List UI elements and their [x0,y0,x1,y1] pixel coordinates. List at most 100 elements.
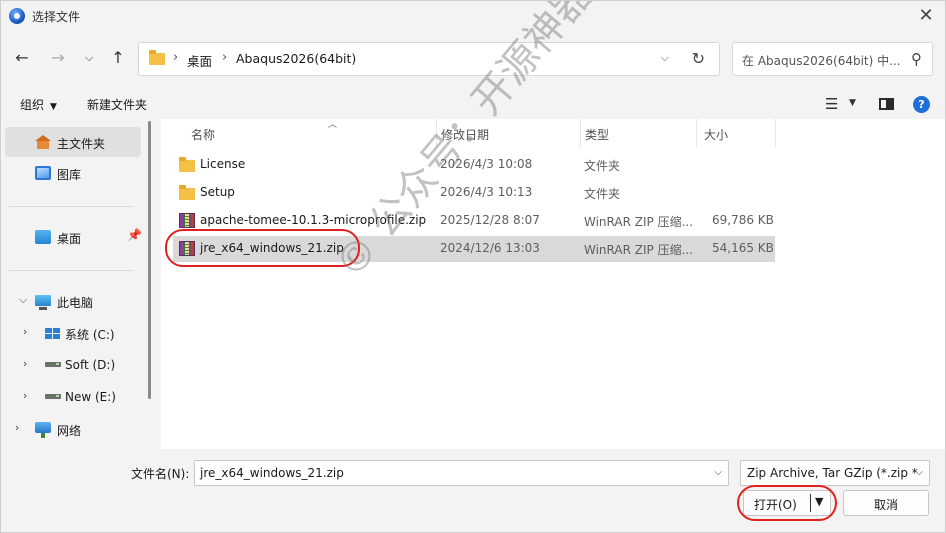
column-separator[interactable] [775,119,776,147]
search-placeholder: 在 Abaqus2026(64bit) 中... [742,54,901,68]
dialog-footer: 文件名(N): jre_x64_windows_21.zip ⌵ Zip Arc… [1,449,945,532]
sidebar-item-label: 此电脑 [57,296,94,310]
sidebar-item-label: 系统 (C:) [65,328,115,342]
folder-icon [179,185,195,200]
search-icon[interactable]: ⚲ [911,50,922,68]
drive-icon [45,362,61,367]
recent-locations-button[interactable]: ⌵ [78,47,100,69]
cancel-button-label: 取消 [873,498,898,512]
file-type: 文件夹 [584,187,621,201]
pin-icon[interactable]: 📌 [127,228,142,242]
column-header-type[interactable]: 类型 [577,119,697,147]
file-type-filter-select[interactable]: Zip Archive, Tar GZip (*.zip * ⌵ [740,460,930,486]
arrow-up-icon: ↑ [111,48,125,67]
file-size: 69,786 KB [712,213,774,227]
refresh-icon[interactable]: ↻ [692,49,705,68]
sidebar-item-label: 网络 [57,424,82,438]
caret-down-icon: ▼ [50,102,57,112]
sidebar-item-label: Soft (D:) [65,358,116,372]
view-list-icon[interactable]: ☰ [825,95,838,113]
sidebar-item-label: 桌面 [57,232,82,246]
cancel-button[interactable]: 取消 [843,490,929,516]
filename-label: 文件名(N): [131,467,190,481]
title-bar: 选择文件 ✕ [1,1,945,31]
up-button[interactable]: ↑ [107,47,129,69]
drive-icon [45,394,61,399]
file-row-license[interactable]: License 2026/4/3 10:08 文件夹 [173,152,775,178]
filename-input[interactable]: jre_x64_windows_21.zip ⌵ [194,460,729,486]
file-type: 文件夹 [584,159,621,173]
sidebar-item-network[interactable]: › 网络 [5,414,141,444]
organize-button[interactable]: 组织 ▼ [20,96,57,113]
navigation-pane: 主文件夹 图库 桌面 📌 ⌵ 此电脑 › 系统 (C:) › Soft (D:) [1,119,158,449]
organize-label: 组织 [20,98,45,112]
chevron-down-icon: ⌵ [84,51,94,64]
preview-pane-icon[interactable] [879,98,894,110]
forward-button[interactable]: → [47,47,69,69]
help-icon[interactable]: ? [913,96,930,113]
gallery-icon [35,166,51,180]
chevron-right-icon[interactable]: › [15,421,19,434]
chevron-right-icon[interactable]: › [23,357,27,370]
sidebar-item-desktop[interactable]: 桌面 📌 [5,222,142,252]
back-button[interactable]: ← [11,47,33,69]
sidebar-item-label: 主文件夹 [57,137,106,151]
highlight-annotation [165,229,360,267]
scrollbar-thumb[interactable] [148,121,151,399]
windows-drive-icon [45,326,61,340]
search-input[interactable]: 在 Abaqus2026(64bit) 中... ⚲ [732,42,933,76]
dialog-title: 选择文件 [32,10,81,24]
navigation-bar: ← → ⌵ ↑ › 桌面 › Abaqus2026(64bit) ⌵ ↻ 在 A… [1,37,945,81]
breadcrumb-separator-icon: › [173,50,179,65]
column-header-label: 大小 [704,128,729,142]
file-type-filter-value: Zip Archive, Tar GZip (*.zip * [747,466,918,480]
address-bar[interactable]: › 桌面 › Abaqus2026(64bit) ⌵ ↻ [138,42,720,76]
sidebar-item-drive-e[interactable]: › New (E:) [5,382,141,412]
column-header-size[interactable]: 大小 [696,119,776,147]
sort-ascending-icon: ︿ [328,120,338,130]
close-button[interactable]: ✕ [913,3,939,29]
desktop-icon [35,230,51,244]
chevron-right-icon[interactable]: › [23,389,27,402]
file-name: apache-tomee-10.1.3-microprofile.zip [200,213,427,227]
sidebar-divider [9,270,133,271]
view-caret-down-icon[interactable]: ▼ [849,98,856,108]
sidebar-item-label: New (E:) [65,390,116,404]
sidebar-item-this-pc[interactable]: ⌵ 此电脑 [5,286,141,316]
sidebar-scrollbar[interactable] [147,119,153,401]
address-history-chevron-icon[interactable]: ⌵ [661,51,669,65]
file-type: WinRAR ZIP 压缩... [584,243,694,257]
column-header-label: 名称 [191,128,216,142]
file-modified: 2024/12/6 13:03 [440,241,540,255]
arrow-left-icon: ← [15,48,29,67]
sidebar-item-drive-c[interactable]: › 系统 (C:) [5,318,141,348]
pc-icon [35,295,51,310]
chevron-down-icon[interactable]: ⌵ [19,293,27,307]
column-header-label: 类型 [585,128,610,142]
chevron-right-icon[interactable]: › [23,325,27,338]
chevron-down-icon: ⌵ [915,467,923,478]
file-modified: 2026/4/3 10:13 [440,185,533,199]
column-header-label: 修改日期 [441,128,490,142]
sidebar-item-drive-d[interactable]: › Soft (D:) [5,350,141,380]
sidebar-item-label: 图库 [57,168,82,182]
new-folder-button[interactable]: 新建文件夹 [87,96,147,113]
file-row-setup[interactable]: Setup 2026/4/3 10:13 文件夹 [173,180,775,206]
home-icon [35,135,51,149]
file-name: Setup [200,185,235,199]
app-icon [9,8,25,24]
close-icon: ✕ [918,5,934,26]
sidebar-divider [9,206,133,207]
filename-value: jre_x64_windows_21.zip [200,466,344,480]
chevron-down-icon[interactable]: ⌵ [714,467,722,478]
file-size: 54,165 KB [712,241,774,255]
column-header-name[interactable]: 名称 ︿ [183,119,437,147]
sidebar-item-gallery[interactable]: 图库 [5,158,141,188]
column-header-modified[interactable]: 修改日期 [433,119,577,147]
winrar-archive-icon [179,213,195,228]
file-list: 名称 ︿ 修改日期 类型 大小 License 2026/4/3 10:08 文… [161,119,945,449]
sidebar-item-home[interactable]: 主文件夹 [5,127,141,157]
breadcrumb-desktop[interactable]: 桌面 [187,51,212,70]
breadcrumb-current-folder[interactable]: Abaqus2026(64bit) [236,51,356,66]
folder-icon [149,50,165,65]
